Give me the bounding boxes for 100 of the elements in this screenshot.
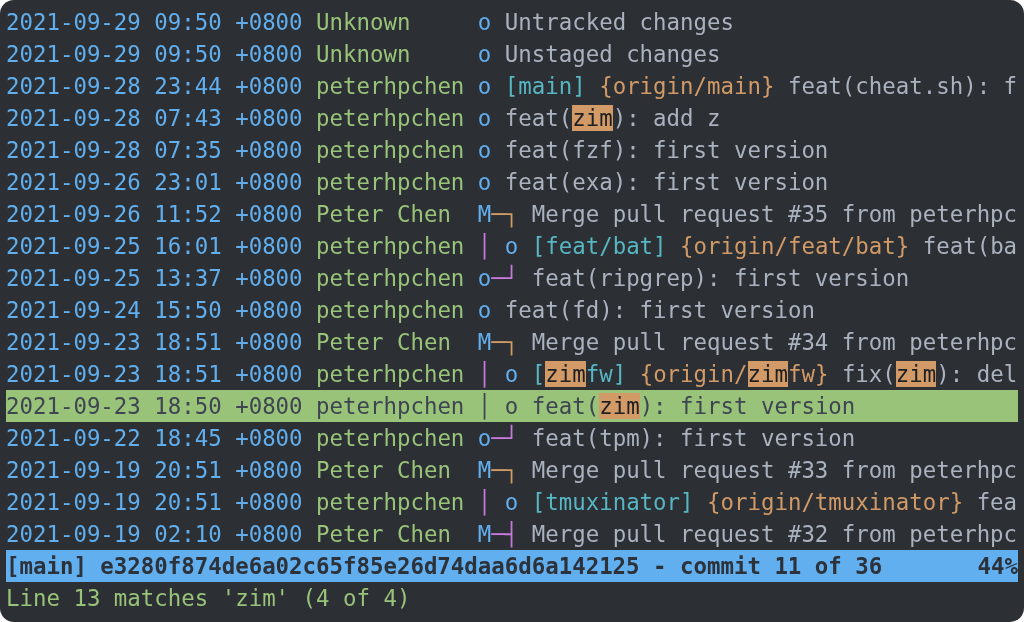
commit-date: 2021-09-28 07:43 +0800 — [6, 105, 303, 131]
commit-row[interactable]: 2021-09-29 09:50 +0800 Unknown o Unstaged changes — [6, 38, 1018, 70]
graph-symbol: ─┤ — [491, 521, 519, 547]
graph-symbol: M — [477, 521, 492, 547]
commit-row[interactable]: 2021-09-28 07:35 +0800 peterhpchen o feat(fzf): first version — [6, 134, 1018, 166]
commit-row[interactable]: 2021-09-23 18:51 +0800 peterhpchen │ o [zimfw] {origin/zimfw} fix(zim): del — [6, 358, 1018, 390]
commit-date: 2021-09-28 23:44 +0800 — [6, 73, 303, 99]
graph-symbol: o — [477, 425, 492, 451]
commit-author: peterhpchen — [316, 265, 465, 291]
commit-author: peterhpchen — [316, 73, 465, 99]
commit-message: fea — [975, 489, 1018, 515]
commit-row[interactable]: 2021-09-28 23:44 +0800 peterhpchen o [main] {origin/main} feat(cheat.sh): f — [6, 70, 1018, 102]
commit-author: Peter Chen — [316, 457, 451, 483]
branch-label: [main] — [504, 73, 586, 99]
status-text: [main] e3280f874de6a02c65f85e26d74daa6d6a142125 - commit 11 of 36 — [6, 552, 883, 581]
graph-symbol: M — [477, 329, 492, 355]
commit-row[interactable]: 2021-09-24 15:50 +0800 peterhpchen o feat(fd): first version — [6, 294, 1018, 326]
commit-author: peterhpchen — [316, 105, 465, 131]
graph-symbol: o — [477, 41, 492, 67]
search-match: zim — [545, 361, 586, 387]
commit-message: feat(ba — [921, 233, 1018, 259]
commit-date: 2021-09-28 07:35 +0800 — [6, 137, 303, 163]
commit-date: 2021-09-22 18:45 +0800 — [6, 425, 303, 451]
graph-symbol: ─┐ — [491, 329, 519, 355]
commit-date: 2021-09-23 18:50 +0800 — [6, 393, 303, 419]
graph-symbol: o — [477, 169, 492, 195]
branch-label: [feat/bat] — [531, 233, 667, 259]
commit-row[interactable]: 2021-09-25 13:37 +0800 peterhpchen o─┘ feat(ripgrep): first version — [6, 262, 1018, 294]
commit-author: Peter Chen — [316, 521, 451, 547]
commit-author: Peter Chen — [316, 201, 451, 227]
commit-row[interactable]: 2021-09-25 16:01 +0800 peterhpchen │ o [feat/bat] {origin/feat/bat} feat(ba — [6, 230, 1018, 262]
graph-symbol: o — [503, 489, 519, 515]
commit-date: 2021-09-19 20:51 +0800 — [6, 457, 303, 483]
graph-symbol: o — [477, 105, 492, 131]
graph-symbol: o — [477, 297, 492, 323]
commit-message: ): add z — [612, 105, 721, 131]
commit-author: Unknown — [316, 9, 411, 35]
graph-symbol: o — [477, 9, 492, 35]
graph-symbol: ─┘ — [491, 265, 519, 291]
remote-label: {origin/main} — [598, 73, 775, 99]
graph-symbol: o — [503, 233, 519, 259]
graph-symbol: o — [477, 137, 492, 163]
branch-label: [ — [531, 361, 546, 387]
graph-symbol: M — [477, 201, 492, 227]
commit-date: 2021-09-19 20:51 +0800 — [6, 489, 303, 515]
remote-label: {origin/feat/bat} — [679, 233, 910, 259]
commit-row[interactable]: 2021-09-28 07:43 +0800 peterhpchen o feat(zim): add z — [6, 102, 1018, 134]
commit-author: peterhpchen — [316, 297, 465, 323]
graph-symbol: o — [503, 393, 519, 419]
commit-message: feat(tpm): first version — [531, 425, 856, 451]
commit-message: feat(fd): first version — [504, 297, 815, 323]
commit-date: 2021-09-29 09:50 +0800 — [6, 9, 303, 35]
commit-row[interactable]: 2021-09-26 23:01 +0800 peterhpchen o feat(exa): first version — [6, 166, 1018, 198]
graph-symbol: │ — [477, 233, 492, 259]
commit-message: Merge pull request #32 from peterhpc — [531, 521, 1018, 547]
commit-row[interactable]: 2021-09-22 18:45 +0800 peterhpchen o─┘ feat(tpm): first version — [6, 422, 1018, 454]
commit-message: ): first version — [639, 393, 856, 419]
commit-date: 2021-09-23 18:51 +0800 — [6, 361, 303, 387]
commit-author: peterhpchen — [316, 425, 465, 451]
commit-row[interactable]: 2021-09-29 09:50 +0800 Unknown o Untracked changes — [6, 6, 1018, 38]
commit-author: peterhpchen — [316, 393, 465, 419]
commit-row[interactable]: 2021-09-19 20:51 +0800 peterhpchen │ o [tmuxinator] {origin/tmuxinator} fea — [6, 486, 1018, 518]
commit-date: 2021-09-19 02:10 +0800 — [6, 521, 303, 547]
commit-date: 2021-09-24 15:50 +0800 — [6, 297, 303, 323]
commit-date: 2021-09-29 09:50 +0800 — [6, 41, 303, 67]
commit-date: 2021-09-26 11:52 +0800 — [6, 201, 303, 227]
remote-label: {origin/ — [638, 361, 748, 387]
commit-message: fix( — [840, 361, 896, 387]
commit-row[interactable]: 2021-09-23 18:51 +0800 Peter Chen M─┐ Merge pull request #34 from peterhpc — [6, 326, 1018, 358]
commit-date: 2021-09-25 16:01 +0800 — [6, 233, 303, 259]
commit-author: Peter Chen — [316, 329, 451, 355]
commit-message: feat(ripgrep): first version — [531, 265, 910, 291]
search-match: zim — [572, 105, 613, 131]
commit-row[interactable]: 2021-09-19 02:10 +0800 Peter Chen M─┤ Merge pull request #32 from peterhpc — [6, 518, 1018, 550]
search-match: zim — [747, 361, 788, 387]
commit-message: feat(cheat.sh): f — [786, 73, 1018, 99]
commit-row[interactable]: 2021-09-23 18:50 +0800 peterhpchen │ o feat(zim): first version — [6, 390, 1018, 422]
commit-author: peterhpchen — [316, 233, 465, 259]
branch-label: [tmuxinator] — [531, 489, 694, 515]
commit-message: Merge pull request #35 from peterhpc — [531, 201, 1018, 227]
commit-author: Unknown — [316, 41, 411, 67]
commit-message: ): del — [936, 361, 1018, 387]
commit-row[interactable]: 2021-09-19 20:51 +0800 Peter Chen M─┐ Merge pull request #33 from peterhpc — [6, 454, 1018, 486]
commit-message: Merge pull request #33 from peterhpc — [531, 457, 1018, 483]
commit-author: peterhpchen — [316, 361, 465, 387]
graph-symbol: ─┐ — [491, 457, 519, 483]
search-match: zim — [599, 393, 640, 419]
graph-symbol: │ — [477, 393, 492, 419]
commit-row[interactable]: 2021-09-26 11:52 +0800 Peter Chen M─┐ Merge pull request #35 from peterhpc — [6, 198, 1018, 230]
commit-message: feat( — [504, 105, 573, 131]
graph-symbol: o — [477, 73, 492, 99]
remote-label: fw} — [787, 361, 829, 387]
commit-message: Merge pull request #34 from peterhpc — [531, 329, 1018, 355]
graph-symbol: M — [477, 457, 492, 483]
graph-symbol: o — [503, 361, 519, 387]
commit-date: 2021-09-23 18:51 +0800 — [6, 329, 303, 355]
scroll-percent: 44% — [977, 552, 1018, 581]
commit-author: peterhpchen — [316, 489, 465, 515]
commit-message: feat(exa): first version — [504, 169, 829, 195]
search-status-message: Line 13 matches 'zim' (4 of 4) — [6, 584, 412, 613]
